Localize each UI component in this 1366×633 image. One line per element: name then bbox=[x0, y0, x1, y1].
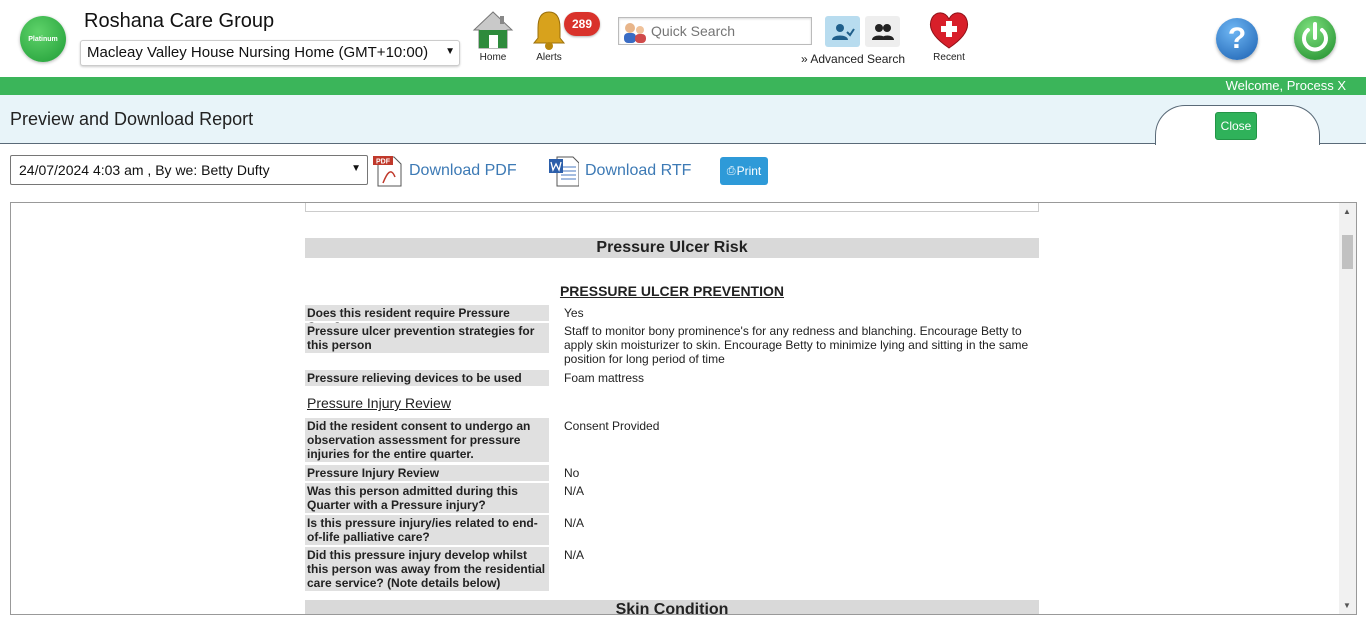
row-answer: N/A bbox=[564, 484, 585, 498]
download-pdf-link[interactable]: PDF Download PDF bbox=[373, 155, 517, 187]
printer-icon: ⎙ bbox=[726, 164, 736, 177]
print-button[interactable]: ⎙ Print bbox=[720, 157, 768, 185]
row-question: Pressure relieving devices to be used bbox=[305, 370, 549, 386]
quick-search-input[interactable] bbox=[651, 22, 806, 40]
previous-section-edge bbox=[305, 203, 1039, 212]
download-rtf-label: Download RTF bbox=[585, 162, 692, 179]
row-answer: Staff to monitor bony prominence's for a… bbox=[564, 324, 1029, 366]
chevron-down-icon: ▼ bbox=[351, 163, 361, 174]
logout-power-icon[interactable] bbox=[1294, 16, 1336, 60]
row-answer: N/A bbox=[564, 516, 585, 530]
people-icon bbox=[871, 23, 894, 40]
facility-select[interactable]: Macleay Valley House Nursing Home (GMT+1… bbox=[80, 40, 460, 66]
family-search-icon bbox=[622, 21, 648, 43]
resident-search-button[interactable] bbox=[825, 16, 860, 47]
row-answer: No bbox=[564, 466, 580, 480]
page-title: Preview and Download Report bbox=[10, 109, 254, 129]
report-version-select[interactable]: 24/07/2024 4:03 am , By we: Betty Dufty … bbox=[10, 155, 368, 185]
scroll-thumb[interactable] bbox=[1342, 235, 1353, 269]
row-answer: Foam mattress bbox=[564, 371, 645, 385]
subsection-heading: PRESSURE ULCER PREVENTION bbox=[559, 283, 785, 299]
row-question: Did this pressure injury develop whilst … bbox=[305, 547, 549, 591]
vertical-scrollbar[interactable]: ▲ ▼ bbox=[1339, 203, 1356, 614]
quick-search-box bbox=[618, 17, 812, 45]
home-label: Home bbox=[479, 52, 507, 63]
pdf-tag: PDF bbox=[376, 159, 391, 166]
person-check-icon bbox=[831, 23, 855, 40]
scroll-up-arrow-icon[interactable]: ▲ bbox=[1343, 207, 1351, 216]
alerts-count-badge: 289 bbox=[564, 12, 600, 36]
row-answer: Consent Provided bbox=[564, 419, 660, 433]
advanced-search-link[interactable]: » Advanced Search bbox=[801, 52, 905, 66]
alerts-label: Alerts bbox=[536, 52, 562, 63]
print-label: Print bbox=[736, 164, 762, 178]
row-question: Was this person admitted during this Qua… bbox=[305, 483, 549, 513]
word-file-icon bbox=[549, 155, 580, 187]
help-icon[interactable]: ? bbox=[1216, 18, 1258, 60]
pressure-injury-review-heading: Pressure Injury Review bbox=[307, 395, 451, 411]
top-header: Platinum Roshana Care Group Macleay Vall… bbox=[0, 0, 1366, 77]
alerts-button[interactable]: Alerts bbox=[528, 8, 570, 63]
row-question: Pressure ulcer prevention strategies for… bbox=[305, 323, 549, 353]
pdf-file-icon: PDF bbox=[373, 155, 403, 187]
download-pdf-label: Download PDF bbox=[409, 162, 517, 179]
row-answer: N/A bbox=[564, 548, 585, 562]
row-question: Pressure Injury Review bbox=[305, 465, 549, 481]
home-icon bbox=[471, 8, 515, 52]
chevron-down-icon: ▼ bbox=[445, 46, 455, 57]
power-glyph bbox=[1302, 22, 1328, 52]
section-heading-skin-condition: Skin Condition bbox=[305, 600, 1039, 614]
download-rtf-link[interactable]: Download RTF bbox=[549, 155, 691, 187]
bell-icon bbox=[528, 8, 570, 52]
recent-button[interactable]: Recent bbox=[925, 8, 973, 63]
section-heading-pressure-ulcer-risk: Pressure Ulcer Risk bbox=[305, 238, 1039, 258]
welcome-bar: Welcome, Process X bbox=[0, 77, 1366, 95]
recent-label: Recent bbox=[933, 52, 965, 63]
staff-search-button[interactable] bbox=[865, 16, 900, 47]
heart-plus-icon bbox=[925, 8, 973, 52]
logo-text: Platinum bbox=[28, 35, 58, 43]
title-band: Preview and Download Report bbox=[0, 95, 1366, 145]
report-version-value: 24/07/2024 4:03 am , By we: Betty Dufty bbox=[19, 162, 270, 178]
row-question: Does this resident require Pressure Care… bbox=[305, 305, 549, 334]
scroll-down-arrow-icon[interactable]: ▼ bbox=[1343, 601, 1351, 610]
report-preview-frame[interactable]: Pressure Ulcer Risk PRESSURE ULCER PREVE… bbox=[10, 202, 1357, 615]
facility-value: Macleay Valley House Nursing Home (GMT+1… bbox=[87, 44, 429, 61]
org-name: Roshana Care Group bbox=[84, 10, 275, 32]
close-button[interactable]: Close bbox=[1215, 112, 1257, 140]
row-question: Is this pressure injury/ies related to e… bbox=[305, 515, 549, 545]
row-answer: Yes bbox=[564, 306, 584, 320]
platinum-logo[interactable]: Platinum bbox=[20, 16, 66, 62]
row-question: Did the resident consent to undergo an o… bbox=[305, 418, 549, 462]
home-button[interactable]: Home bbox=[470, 8, 516, 63]
welcome-text: Welcome, Process X bbox=[1225, 78, 1346, 93]
